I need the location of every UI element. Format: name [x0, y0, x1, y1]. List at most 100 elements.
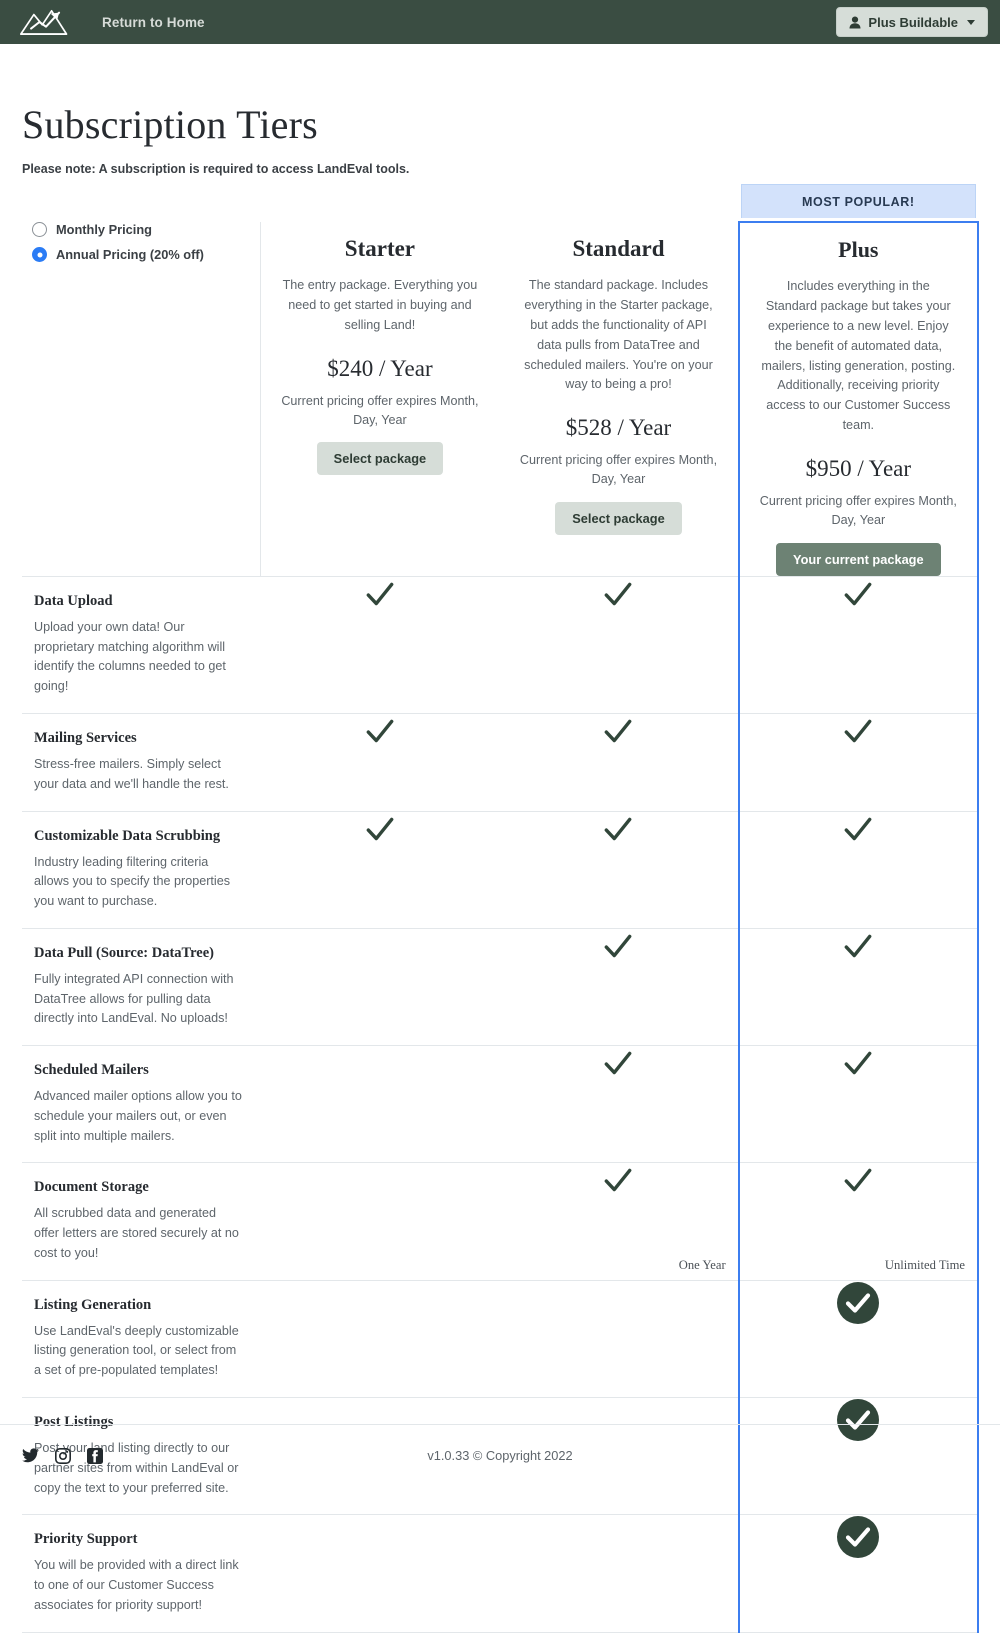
subscription-tiers-table: MOST POPULAR! Monthly Pricing Annual Pri…: [22, 184, 979, 1633]
checkmark-icon: [844, 934, 872, 958]
twitter-icon[interactable]: [22, 1448, 39, 1463]
feature-cell-starter: [260, 575, 500, 714]
page-body: Subscription Tiers Please note: A subscr…: [0, 44, 1000, 1633]
ribbon-spacer-starter: [260, 184, 499, 222]
checkmark-icon: [605, 582, 632, 606]
feature-cell-plus: [737, 1514, 979, 1633]
checkmark-icon: [366, 582, 394, 606]
ribbon-spacer-standard: [499, 184, 738, 222]
feature-cell-starter: [260, 1162, 500, 1281]
feature-row: Customizable Data Scrubbing Industry lead…: [22, 810, 979, 929]
feature-mark-starter: [260, 577, 499, 611]
package-expiry-starter: Current pricing offer expires Month, Day…: [281, 393, 479, 427]
package-name-starter: Starter: [344, 236, 416, 261]
feature-description: Fully integrated API connection with Dat…: [34, 971, 234, 1026]
instagram-icon[interactable]: [55, 1447, 71, 1464]
feature-cell-standard: [499, 810, 739, 929]
feature-cell-starter: [260, 1045, 500, 1163]
package-price-standard: $528 / Year: [565, 415, 672, 441]
feature-title: Data Upload: [34, 592, 113, 609]
feature-mark-standard: [499, 1163, 737, 1197]
feature-cell-plus: Unlimited Time: [737, 1162, 979, 1281]
feature-description: Stress-free mailers. Simply select your …: [34, 756, 229, 791]
checkmark-icon: [844, 817, 872, 840]
feature-row: Data Pull (Source: DataTree) Fully integr…: [22, 927, 979, 1046]
feature-mark-plus: [740, 577, 977, 611]
feature-cell-plus: [737, 575, 979, 714]
radio-monthly-indicator[interactable]: [32, 222, 47, 237]
package-expiry-standard: Current pricing offer expires Month, Day…: [519, 453, 718, 487]
subscription-note: Please note: A subscription is required …: [22, 162, 410, 176]
feature-cell-starter: [260, 712, 500, 811]
account-menu-button[interactable]: Plus Buildable: [836, 7, 988, 37]
account-menu-label: Plus Buildable: [868, 14, 958, 30]
checkmark-icon: [605, 719, 632, 743]
select-package-button-starter[interactable]: Select package: [316, 442, 444, 476]
feature-mark-plus: [740, 714, 977, 748]
feature-cell-plus: [737, 712, 979, 811]
copyright-text: v1.0.33 © Copyright 2022: [427, 1448, 573, 1463]
feature-cell-starter: [260, 927, 500, 1046]
radio-annual-pricing[interactable]: Annual Pricing (20% off): [32, 247, 260, 262]
feature-title: Listing Generation: [34, 1296, 152, 1313]
package-price-starter: $240 / Year: [327, 355, 433, 381]
radio-annual-indicator[interactable]: [32, 247, 47, 262]
user-icon: [849, 16, 861, 28]
package-name-standard: Standard: [572, 236, 665, 261]
feature-description: Advanced mailer options allow you to sch…: [34, 1089, 242, 1143]
checkmark-icon: [366, 719, 394, 743]
feature-info-cell: Mailing Services Stress-free mailers. Sim…: [22, 712, 260, 811]
ribbon-cell-plus: MOST POPULAR!: [739, 184, 978, 222]
feature-description: You will be provided with a direct link …: [34, 1558, 239, 1612]
page-footer: v1.0.33 © Copyright 2022: [0, 1424, 1000, 1486]
feature-cell-standard: [499, 1514, 739, 1633]
radio-monthly-pricing[interactable]: Monthly Pricing: [32, 222, 260, 237]
most-popular-badge: MOST POPULAR!: [740, 184, 976, 218]
package-name-plus: Plus: [838, 237, 879, 262]
feature-description: Use LandEval's deeply customizable listi…: [34, 1323, 239, 1378]
feature-note-standard: One Year: [678, 1257, 726, 1272]
radio-annual-label: Annual Pricing (20% off): [56, 247, 204, 262]
feature-cell-standard: One Year: [499, 1162, 739, 1281]
chevron-down-icon: [967, 19, 975, 25]
feature-cell-plus: [737, 1045, 979, 1163]
feature-description: Upload your own data! Our proprietary ma…: [34, 619, 226, 694]
feature-mark-plus: [740, 929, 977, 963]
checkmark-circle-icon: [837, 1281, 880, 1324]
package-header-standard: Standard The standard package. Includes …: [499, 222, 738, 576]
feature-info-cell: Data Pull (Source: DataTree) Fully integr…: [22, 927, 260, 1046]
radio-monthly-label: Monthly Pricing: [56, 222, 152, 237]
package-description-standard: The standard package. Includes everythin…: [524, 278, 713, 392]
checkmark-icon: [844, 1051, 872, 1075]
checkmark-icon: [844, 582, 872, 606]
feature-cell-standard: [499, 712, 739, 811]
ribbon-spacer-feature: [22, 184, 260, 222]
feature-info-cell: Customizable Data Scrubbing Industry lead…: [22, 810, 260, 929]
feature-info-cell: Document Storage All scrubbed data and ge…: [22, 1162, 260, 1281]
feature-info-cell: Priority Support You will be provided wit…: [22, 1514, 260, 1633]
mountain-chart-logo-icon[interactable]: [18, 5, 74, 39]
package-header-row: Monthly Pricing Annual Pricing (20% off)…: [22, 220, 979, 577]
top-navbar: Return to Home Plus Buildable: [0, 0, 1000, 44]
return-to-home-link[interactable]: Return to Home: [102, 15, 205, 30]
feature-cell-plus: [737, 927, 979, 1046]
feature-title: Priority Support: [34, 1531, 138, 1548]
feature-mark-standard: [499, 1046, 737, 1080]
feature-cell-starter: [260, 810, 500, 929]
feature-info-cell: Listing Generation Use LandEval's deeply …: [22, 1279, 260, 1398]
feature-note-plus: Unlimited Time: [884, 1257, 965, 1272]
feature-mark-plus: [740, 812, 977, 846]
package-expiry-plus: Current pricing offer expires Month, Day…: [759, 494, 957, 528]
select-package-button-standard[interactable]: Select package: [555, 502, 682, 536]
facebook-icon[interactable]: [87, 1447, 103, 1464]
feature-cell-plus: [737, 1279, 979, 1398]
feature-row: Scheduled Mailers Advanced mailer options…: [22, 1045, 979, 1163]
feature-mark-standard: [499, 714, 737, 748]
pricing-toggle-cell: Monthly Pricing Annual Pricing (20% off): [22, 222, 260, 576]
current-package-button-plus[interactable]: Your current package: [776, 542, 941, 576]
feature-row: Document Storage All scrubbed data and ge…: [22, 1162, 979, 1281]
pricing-toggle-group: Monthly Pricing Annual Pricing (20% off): [22, 222, 260, 376]
pricing-table-wrap: MOST POPULAR! Monthly Pricing Annual Pri…: [22, 184, 979, 1633]
checkmark-icon: [844, 719, 872, 743]
feature-info-cell: Data Upload Upload your own data! Our pro…: [22, 575, 260, 714]
